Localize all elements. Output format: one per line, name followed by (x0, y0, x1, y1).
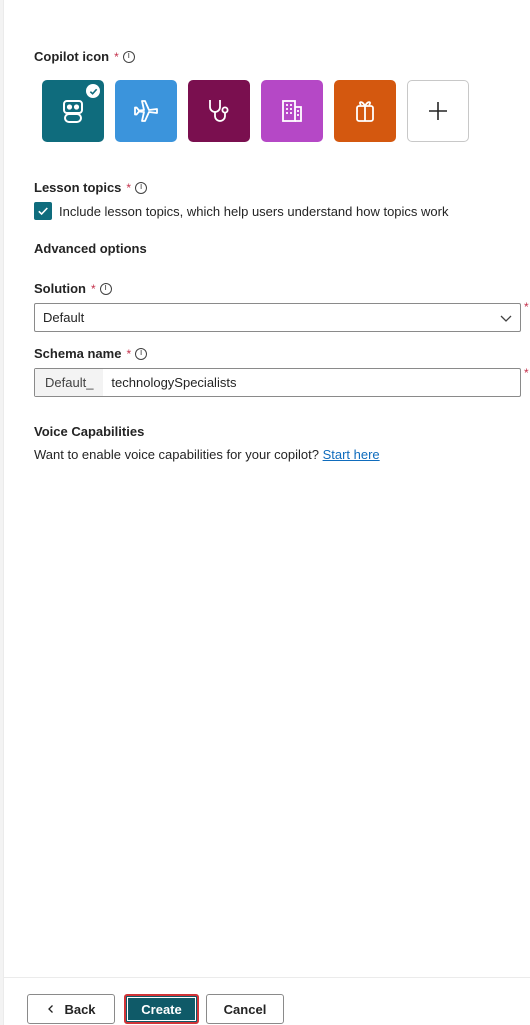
info-icon[interactable]: i (135, 347, 148, 360)
voice-prompt-text: Want to enable voice capabilities for yo… (34, 447, 319, 462)
schema-required-mark: * (524, 366, 529, 380)
required-mark: * (126, 180, 132, 195)
left-panel-edge (0, 0, 4, 1025)
chevron-down-icon (500, 315, 512, 322)
schema-name-field[interactable]: Default_ technologySpecialists (34, 368, 521, 397)
voice-capabilities-heading: Voice Capabilities (34, 424, 145, 439)
info-icon[interactable]: i (122, 50, 135, 63)
icon-option-airplane[interactable] (115, 80, 177, 142)
building-icon (282, 100, 302, 122)
icon-option-gift[interactable] (334, 80, 396, 142)
solution-selected-value: Default (43, 310, 85, 325)
icon-option-bot[interactable] (42, 80, 104, 142)
stethoscope-icon (209, 100, 229, 122)
selected-check-icon (86, 84, 100, 98)
bot-icon (63, 100, 83, 123)
info-icon[interactable]: i (135, 181, 148, 194)
lesson-topics-checkbox-label: Include lesson topics, which help users … (59, 203, 449, 219)
create-button[interactable]: Create (124, 994, 199, 1024)
back-button-label: Back (64, 1001, 96, 1017)
schema-name-input[interactable]: technologySpecialists (103, 375, 236, 390)
checkmark-icon (38, 207, 48, 216)
icon-option-stethoscope[interactable] (188, 80, 250, 142)
copilot-icon-picker (42, 80, 469, 142)
required-mark: * (91, 281, 96, 296)
required-mark: * (114, 49, 119, 64)
icon-option-building[interactable] (261, 80, 323, 142)
cancel-button[interactable]: Cancel (206, 994, 284, 1024)
advanced-options-heading: Advanced options (34, 241, 147, 256)
copilot-icon-label-text: Copilot icon (34, 49, 110, 64)
schema-prefix: Default_ (35, 369, 104, 396)
solution-label-text: Solution (34, 281, 86, 296)
lesson-topics-checkbox-row: Include lesson topics, which help users … (34, 202, 449, 220)
lesson-topics-label-text: Lesson topics (34, 180, 122, 195)
gift-icon (356, 101, 374, 122)
schema-name-label: Schema name * i (34, 346, 148, 361)
solution-required-mark: * (524, 300, 529, 314)
info-icon[interactable]: i (99, 282, 112, 295)
required-mark: * (126, 346, 132, 361)
cancel-button-label: Cancel (223, 1001, 267, 1017)
voice-capabilities-text: Want to enable voice capabilities for yo… (34, 447, 380, 462)
copilot-icon-label: Copilot icon * i (34, 49, 135, 64)
start-here-link[interactable]: Start here (323, 447, 380, 462)
plus-icon (429, 102, 447, 120)
footer-divider (4, 977, 530, 978)
solution-dropdown[interactable]: Default (34, 303, 521, 332)
airplane-icon (134, 100, 158, 122)
solution-label: Solution * i (34, 281, 112, 296)
chevron-left-icon (48, 1005, 54, 1013)
add-custom-icon-button[interactable] (407, 80, 469, 142)
lesson-topics-checkbox[interactable] (34, 202, 52, 220)
schema-name-label-text: Schema name (34, 346, 122, 361)
back-button[interactable]: Back (27, 994, 115, 1024)
lesson-topics-label: Lesson topics * i (34, 180, 148, 195)
create-button-label: Create (141, 1001, 182, 1017)
